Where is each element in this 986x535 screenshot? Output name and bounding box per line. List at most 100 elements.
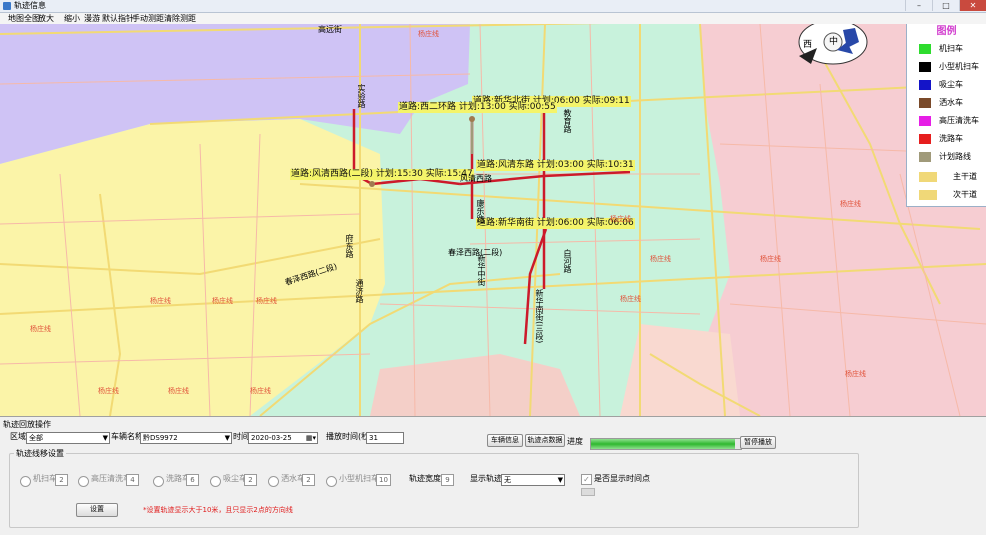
app-icon <box>3 2 11 10</box>
road-label: 通济路 <box>355 279 364 303</box>
pause-button[interactable]: 暂停播放 <box>740 436 776 449</box>
vehicle-label: 车辆名称 <box>111 432 143 441</box>
legend-swatch <box>919 98 931 108</box>
playback-progress-bar <box>590 438 742 450</box>
track-settings-title: 轨迹线移设置 <box>14 448 66 459</box>
calendar-dropdown-icon: ▦▾ <box>305 434 316 442</box>
place-label: 杨庄线 <box>256 297 277 305</box>
route-label: 道路:风清西路(二段) 计划:15:30 实际:15:47 <box>290 169 474 180</box>
legend-swatch <box>919 152 931 162</box>
time-label: 时间 <box>233 432 249 441</box>
legend-item: 洒水车 <box>919 96 985 110</box>
chevron-down-icon: ▼ <box>224 434 230 442</box>
legend-swatch <box>919 172 937 182</box>
legend-swatch <box>919 80 931 90</box>
toolbar-measure[interactable]: 手动测距 <box>132 13 164 24</box>
region-label: 区域 <box>10 432 26 441</box>
progress-label: 进度 <box>567 437 583 446</box>
radio-small-sweeper[interactable] <box>326 476 337 487</box>
map-toolbar: 地图全图 放大 缩小 漫游 默认指针 手动测距 清除测距 <box>0 13 986 24</box>
interval-input[interactable]: 31 <box>366 432 404 444</box>
legend-swatch <box>919 62 931 72</box>
place-label: 杨庄线 <box>30 325 51 333</box>
set-button[interactable]: 设置 <box>76 503 118 517</box>
place-label: 杨庄线 <box>418 30 439 38</box>
place-label: 杨庄线 <box>150 297 171 305</box>
region-select[interactable]: 全部 ▼ <box>26 432 110 444</box>
map-legend: 图例 机扫车 小型机扫车 吸尘车 洒水车 高压清洗车 洗路车 计划路线 主干道 … <box>906 24 986 207</box>
road-label: 新华中街 <box>477 254 486 286</box>
window-controls: – □ ✕ <box>905 0 986 12</box>
road-label: 实验路 <box>357 84 366 108</box>
radio-road-washer[interactable] <box>153 476 164 487</box>
radio-high-pressure-washer[interactable] <box>78 476 89 487</box>
route-label: 道路:西二环路 计划:13:00 实际:00:55 <box>398 102 557 113</box>
show-time-label: 是否显示时间点 <box>594 474 650 483</box>
toolbar-zoom-in[interactable]: 放大 <box>38 13 54 24</box>
place-label: 杨庄线 <box>168 387 189 395</box>
display-track-label: 显示轨迹 <box>470 474 502 483</box>
compass-widget: 中 西 <box>797 24 869 66</box>
map-view[interactable]: 中 西 道路:新华北街 计划:06:00 实际:09:11 道路:西二环路 计划… <box>0 24 986 416</box>
maximize-button[interactable]: □ <box>932 0 959 11</box>
legend-item: 吸尘车 <box>919 78 985 92</box>
sweeper-width-input[interactable]: 2 <box>55 474 68 486</box>
progress-fill <box>591 439 735 449</box>
road-label: 高远街 <box>318 25 342 34</box>
place-label: 杨庄线 <box>840 200 861 208</box>
close-button[interactable]: ✕ <box>959 0 986 11</box>
washer-width-input[interactable]: 4 <box>126 474 139 486</box>
vehicle-select[interactable]: 黔DS9972 ▼ <box>140 432 232 444</box>
track-width-label: 轨迹宽度: <box>409 474 444 483</box>
radio-sprinkler[interactable] <box>268 476 279 487</box>
chevron-down-icon: ▼ <box>102 434 108 442</box>
window-title-bar: 轨迹信息 – □ ✕ <box>0 0 986 13</box>
show-time-checkbox[interactable]: ✓ <box>581 474 592 485</box>
legend-item: 次干道 <box>919 188 985 202</box>
sprinkler-width-input[interactable]: 2 <box>302 474 315 486</box>
display-track-select[interactable]: 无 ▼ <box>501 474 565 486</box>
road-washer-width-input[interactable]: 6 <box>186 474 199 486</box>
road-label: 风清西路 <box>460 174 492 183</box>
legend-item: 主干道 <box>919 170 985 184</box>
place-label: 杨庄线 <box>760 255 781 263</box>
toolbar-default-pointer[interactable]: 默认指针 <box>102 13 134 24</box>
place-label: 杨庄线 <box>845 370 866 378</box>
settings-note: *设置轨迹显示大于10米，且只显示2点的方向线 <box>143 506 293 514</box>
vehicle-info-button[interactable]: 车辆信息 <box>487 434 523 447</box>
place-label: 杨庄线 <box>620 295 641 303</box>
legend-item: 高压清洗车 <box>919 114 985 128</box>
road-label: 新华南街(三段) <box>535 289 544 344</box>
radio-dust-collector[interactable] <box>210 476 221 487</box>
date-picker[interactable]: 2020-03-25 ▦▾ <box>248 432 318 444</box>
track-settings-group: 轨迹线移设置 机扫车 2 高压清洗车 4 洗路车 6 吸尘车 2 洒水车 2 小… <box>9 448 859 528</box>
small-sweeper-width-input[interactable]: 10 <box>376 474 391 486</box>
playback-panel: 轨迹回放操作 区域 全部 ▼ 车辆名称 黔DS9972 ▼ 时间 2020-03-2… <box>0 416 986 535</box>
legend-swatch <box>919 190 937 200</box>
window-title: 轨迹信息 <box>14 1 46 10</box>
road-label: 白河路 <box>563 249 572 273</box>
minimize-button[interactable]: – <box>905 0 932 11</box>
compass-center-label: 中 <box>829 37 839 47</box>
dust-collector-width-input[interactable]: 2 <box>244 474 257 486</box>
chevron-down-icon: ▼ <box>557 476 563 484</box>
legend-swatch <box>919 44 931 54</box>
place-label: 杨庄线 <box>250 387 271 395</box>
radio-sweeper[interactable] <box>20 476 31 487</box>
toolbar-clear-measure[interactable]: 清除测距 <box>164 13 196 24</box>
legend-item: 机扫车 <box>919 42 985 56</box>
legend-title: 图例 <box>936 26 957 37</box>
road-label: 教育路 <box>563 109 572 133</box>
road-label: 府东路 <box>345 234 354 258</box>
place-label: 杨庄线 <box>650 255 671 263</box>
place-label: 杨庄线 <box>98 387 119 395</box>
toolbar-zoom-out[interactable]: 缩小 <box>64 13 80 24</box>
legend-item: 计划路线 <box>919 150 985 164</box>
toolbar-full-map[interactable]: 地图全图 <box>8 13 40 24</box>
legend-swatch <box>919 134 931 144</box>
road-label: 康乐路 <box>476 199 485 223</box>
load-track-data-button[interactable]: 轨迹点数据 <box>525 434 565 447</box>
track-width-input[interactable]: 9 <box>441 474 454 486</box>
legend-item: 小型机扫车 <box>919 60 985 74</box>
toolbar-pan[interactable]: 漫游 <box>84 13 100 24</box>
